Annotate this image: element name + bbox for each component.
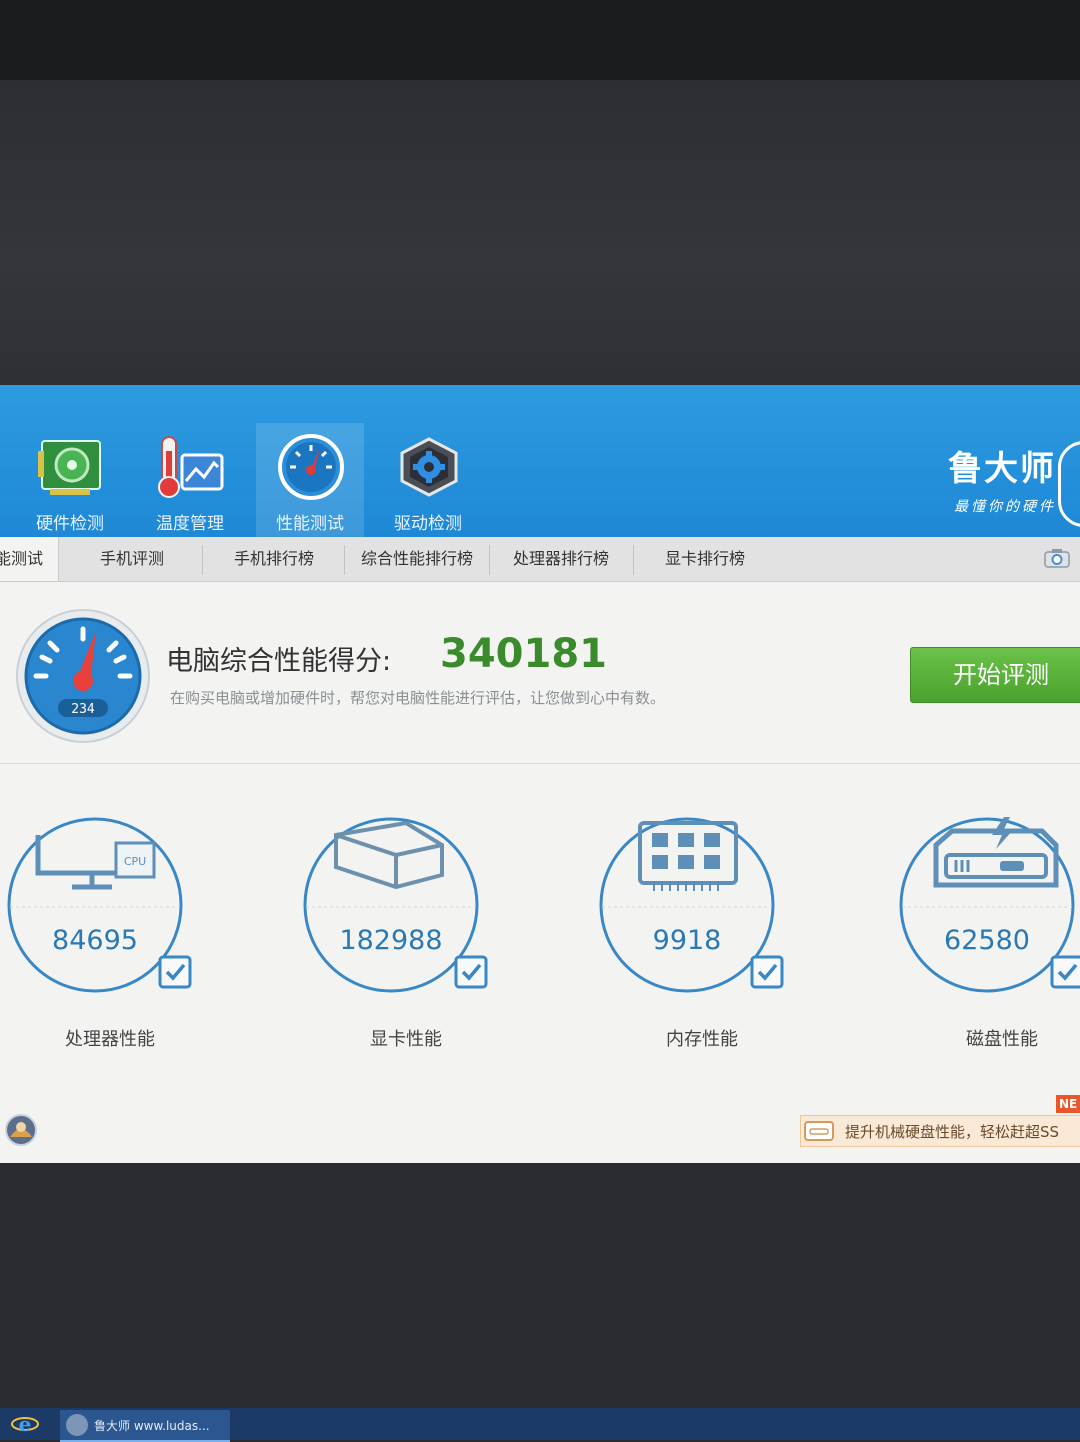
score-description: 在购买电脑或增加硬件时，帮您对电脑性能进行评估，让您做到心中有数。 [170, 689, 666, 707]
section-divider [0, 763, 1080, 764]
score-label: 电脑综合性能得分: [166, 646, 392, 677]
metric-gpu[interactable]: 182988 显卡性能 [296, 815, 496, 1075]
metric-label: 处理器性能 [65, 1029, 155, 1050]
metric-value: 9918 [652, 925, 722, 956]
desktop-background-lower [0, 1163, 1080, 1408]
svg-text:e: e [19, 1412, 32, 1436]
nav-label: 性能测试 [276, 514, 344, 534]
tab-overall-ranking[interactable]: 综合性能排行榜 [346, 537, 488, 581]
nav-driver-check[interactable]: 驱动检测 [374, 423, 482, 537]
promo-text: 提升机械硬盘性能，轻松赶超SS [845, 1123, 1060, 1141]
app-header: 硬件检测 温度管理 性能测试 驱动检测 鲁大师 最懂你的硬件 [0, 385, 1080, 537]
tab-phone-review[interactable]: 手机评测 [62, 537, 202, 581]
tab-separator [202, 545, 203, 575]
tab-cpu-ranking[interactable]: 处理器排行榜 [490, 537, 632, 581]
thermometer-icon [158, 436, 224, 498]
hardware-card-icon [38, 440, 101, 495]
nav-label: 温度管理 [156, 514, 224, 534]
checkbox-checked-icon[interactable] [750, 955, 784, 989]
driver-gear-icon [400, 437, 458, 497]
nav-hardware-check[interactable]: 硬件检测 [16, 423, 124, 537]
brand-logo: 鲁大师 最懂你的硬件 [948, 441, 1056, 516]
nav-label: 驱动检测 [394, 514, 462, 534]
checkbox-checked-icon[interactable] [158, 955, 192, 989]
brand-mascot-outline [1058, 441, 1080, 527]
tab-phone-ranking[interactable]: 手机排行榜 [204, 537, 344, 581]
app-window: 硬件检测 温度管理 性能测试 驱动检测 鲁大师 最懂你的硬件 能测试 手机评测 … [0, 385, 1080, 1163]
brand-name: 鲁大师 [948, 449, 1056, 489]
cpu-chip-label: CPU [124, 855, 146, 868]
monitor-bezel [0, 0, 1080, 80]
checkbox-checked-icon[interactable] [1050, 955, 1080, 989]
sub-tab-bar: 能测试 手机评测 手机排行榜 综合性能排行榜 处理器排行榜 显卡排行榜 [0, 537, 1080, 582]
ludashi-app-icon [66, 1414, 88, 1436]
gauge-readout: 234 [71, 702, 95, 717]
metric-label: 内存性能 [666, 1029, 738, 1050]
promo-banner[interactable]: 提升机械硬盘性能，轻松赶超SS [800, 1115, 1080, 1147]
hard-disk-icon [804, 1121, 834, 1141]
tab-performance-test[interactable]: 能测试 [0, 537, 59, 581]
tab-separator [344, 545, 345, 575]
score-gauge-icon: 234 [16, 609, 150, 743]
internet-explorer-icon[interactable]: e [10, 1410, 40, 1438]
nav-temperature[interactable]: 温度管理 [136, 423, 244, 537]
metric-value: 182988 [339, 925, 443, 956]
metric-value: 62580 [944, 925, 1030, 956]
user-avatar-icon[interactable] [4, 1113, 38, 1147]
brand-slogan: 最懂你的硬件 [954, 499, 1056, 515]
nav-performance-test[interactable]: 性能测试 [256, 423, 364, 537]
camera-icon[interactable] [1044, 548, 1070, 568]
metric-label: 磁盘性能 [966, 1029, 1038, 1050]
taskbar-app-label: 鲁大师 www.ludas... [94, 1419, 210, 1433]
nav-label: 硬件检测 [36, 514, 104, 534]
start-benchmark-button[interactable]: 开始评测 [910, 647, 1080, 703]
metric-value: 84695 [52, 925, 138, 956]
tab-gpu-ranking[interactable]: 显卡排行榜 [634, 537, 776, 581]
speedometer-icon [278, 434, 344, 500]
score-value: 340181 [440, 631, 607, 677]
metric-disk[interactable]: 62580 磁盘性能 [892, 815, 1080, 1075]
metric-label: 显卡性能 [370, 1029, 442, 1050]
taskbar-app-ludashi[interactable]: 鲁大师 www.ludas... [60, 1410, 230, 1442]
checkbox-checked-icon[interactable] [454, 955, 488, 989]
metric-memory[interactable]: 9918 内存性能 [592, 815, 792, 1075]
metric-cpu[interactable]: CPU 84695 处理器性能 [0, 815, 200, 1075]
new-badge: NE [1056, 1095, 1080, 1113]
desktop-background [0, 80, 1080, 385]
